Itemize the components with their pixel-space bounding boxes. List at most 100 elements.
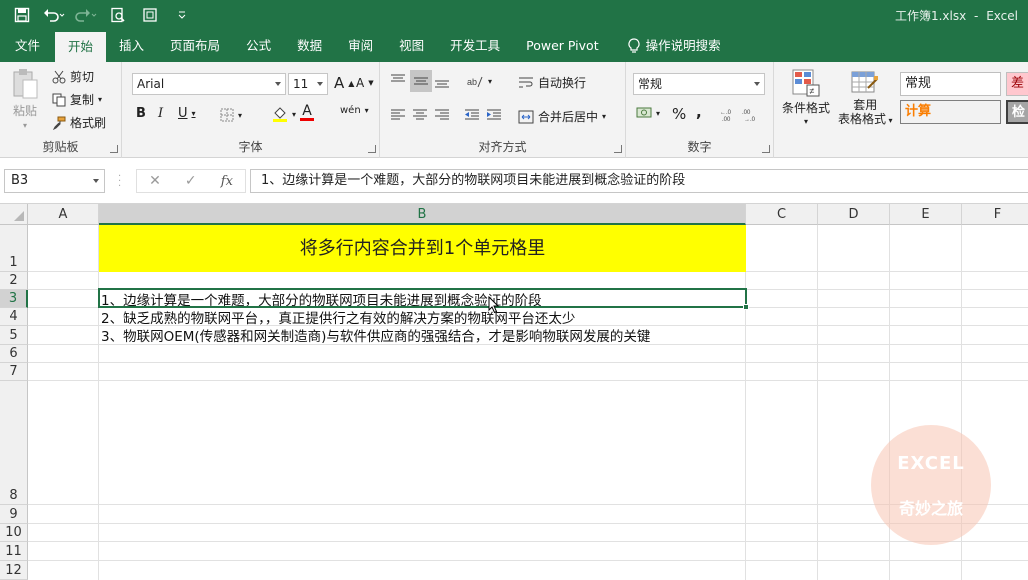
row-header-2[interactable]: 2: [0, 272, 28, 290]
watermark-line1: EXCEL: [897, 453, 965, 474]
phonetic-guide-button[interactable]: wén ▾: [340, 105, 369, 116]
tell-me-label: 操作说明搜索: [645, 38, 721, 53]
format-as-table-button[interactable]: 套用 表格格式 ▾: [838, 68, 893, 127]
tab-power-pivot[interactable]: Power Pivot: [513, 30, 611, 62]
tab-page-layout[interactable]: 页面布局: [157, 30, 233, 62]
format-as-table-label-2-row: 表格格式 ▾: [838, 112, 893, 126]
fullscreen-button[interactable]: [136, 2, 164, 28]
increase-indent-button[interactable]: [486, 108, 502, 122]
customize-qat-button[interactable]: [168, 2, 196, 28]
tab-data[interactable]: 数据: [284, 30, 335, 62]
tab-review[interactable]: 审阅: [335, 30, 386, 62]
wrap-text-button[interactable]: 自动换行: [518, 74, 586, 91]
column-header-f[interactable]: F: [962, 204, 1028, 225]
formula-input[interactable]: 1、边缘计算是一个难题，大部分的物联网项目未能进展到概念验证的阶段: [250, 169, 1028, 193]
accounting-format-button[interactable]: ▾: [636, 106, 660, 120]
row-header-1[interactable]: 1: [0, 225, 28, 272]
cell-b5[interactable]: 3、物联网OEM(传感器和网关制造商)与软件供应商的强强结合，才是影响物联网发展…: [101, 325, 650, 345]
enter-button[interactable]: ✓: [185, 173, 197, 189]
clipboard-dialog-launcher[interactable]: [110, 145, 118, 153]
shrink-font-button[interactable]: A ▼: [356, 76, 374, 90]
percent-button[interactable]: %: [672, 105, 686, 123]
font-name-dropdown[interactable]: Arial: [132, 73, 286, 95]
copy-button[interactable]: 复制 ▾: [52, 91, 102, 108]
style-bad[interactable]: 差: [1006, 72, 1028, 96]
column-header-b[interactable]: B: [99, 204, 746, 225]
redo-button[interactable]: [72, 2, 100, 28]
alignment-dialog-launcher[interactable]: [614, 145, 622, 153]
row-header-9[interactable]: 9: [0, 505, 28, 524]
column-header-a[interactable]: A: [28, 204, 99, 225]
row-header-4[interactable]: 4: [0, 308, 28, 326]
row-header-5[interactable]: 5: [0, 326, 28, 345]
column-header-c[interactable]: C: [746, 204, 818, 225]
decrease-indent-button[interactable]: [464, 108, 480, 122]
tab-formulas[interactable]: 公式: [233, 30, 284, 62]
paste-button[interactable]: 粘贴 ▾: [10, 68, 40, 130]
tab-developer[interactable]: 开发工具: [437, 30, 513, 62]
style-normal[interactable]: 常规: [900, 72, 1001, 96]
orientation-button[interactable]: ab ▾: [466, 73, 492, 89]
row-header-11[interactable]: 11: [0, 542, 28, 561]
comma-button[interactable]: ,: [696, 103, 702, 121]
style-check-cell[interactable]: 检: [1006, 100, 1028, 124]
phonetic-label: wén: [340, 105, 361, 116]
fill-handle[interactable]: [743, 304, 749, 310]
column-header-e[interactable]: E: [890, 204, 962, 225]
tab-insert[interactable]: 插入: [106, 30, 157, 62]
row-header-7[interactable]: 7: [0, 363, 28, 381]
conditional-formatting-button[interactable]: ≠ 条件格式 ▾: [782, 68, 830, 126]
gridline: [745, 225, 746, 580]
align-right-button[interactable]: [434, 108, 450, 122]
increase-indent-icon: [487, 109, 501, 120]
style-calculation[interactable]: 计算: [900, 100, 1001, 124]
merge-center-button[interactable]: 合并后居中 ▾: [518, 108, 606, 125]
number-format-dropdown[interactable]: 常规: [633, 73, 765, 95]
save-button[interactable]: [8, 2, 36, 28]
font-size-dropdown[interactable]: 11: [288, 73, 328, 95]
font-dialog-launcher[interactable]: [368, 145, 376, 153]
italic-button[interactable]: I: [158, 106, 163, 121]
row-header-6[interactable]: 6: [0, 345, 28, 363]
row-header-10[interactable]: 10: [0, 524, 28, 542]
cancel-button[interactable]: ✕: [149, 173, 161, 189]
row-number-12: 12: [5, 563, 22, 578]
print-preview-button[interactable]: [104, 2, 132, 28]
bottom-align-button[interactable]: [434, 74, 450, 88]
grow-font-button[interactable]: A ▲: [334, 74, 354, 92]
tab-home[interactable]: 开始: [55, 32, 107, 62]
tab-file[interactable]: 文件: [0, 30, 55, 62]
column-header-d[interactable]: D: [818, 204, 890, 225]
top-align-button[interactable]: [390, 74, 406, 88]
row-header-3[interactable]: 3: [0, 290, 28, 308]
wrap-text-label: 自动换行: [538, 76, 587, 90]
worksheet-grid[interactable]: A B C D E F 1 2 3 4 5 6 7 8 9 10 11 12 将…: [0, 204, 1028, 580]
tell-me-search[interactable]: 操作说明搜索: [612, 30, 734, 62]
font-name-value: Arial: [137, 77, 165, 91]
number-dialog-launcher[interactable]: [762, 145, 770, 153]
underline-button[interactable]: U ▾: [178, 106, 196, 121]
svg-text:.00: .00: [742, 110, 751, 116]
decrease-decimal-button[interactable]: .00 →.0: [742, 108, 760, 122]
row-header-8[interactable]: 8: [0, 381, 28, 505]
fill-color-button[interactable]: ▾: [272, 106, 296, 122]
font-color-button[interactable]: A: [300, 104, 314, 121]
borders-button[interactable]: ▾: [220, 108, 242, 122]
insert-function-button[interactable]: fx: [221, 174, 233, 189]
cut-button[interactable]: 剪切: [52, 68, 94, 85]
format-painter-button[interactable]: 格式刷: [52, 114, 106, 131]
align-center-button[interactable]: [412, 108, 428, 122]
align-top-icon: [391, 74, 405, 82]
undo-button[interactable]: [40, 2, 68, 28]
row-header-12[interactable]: 12: [0, 561, 28, 580]
increase-decimal-button[interactable]: ←.0.00: [720, 108, 738, 122]
number-group-label: 数字: [687, 140, 712, 154]
middle-align-button[interactable]: [410, 70, 432, 92]
align-left-button[interactable]: [390, 108, 406, 122]
tab-view[interactable]: 视图: [386, 30, 437, 62]
bold-button[interactable]: B: [136, 106, 146, 121]
cell-b1[interactable]: 将多行内容合并到1个单元格里: [99, 225, 746, 272]
cell-b4[interactable]: 2、缺乏成熟的物联网平台，，真正提供行之有效的解决方案的物联网平台还太少: [101, 307, 575, 327]
name-box[interactable]: B3: [4, 169, 105, 193]
select-all-button[interactable]: [0, 204, 28, 225]
